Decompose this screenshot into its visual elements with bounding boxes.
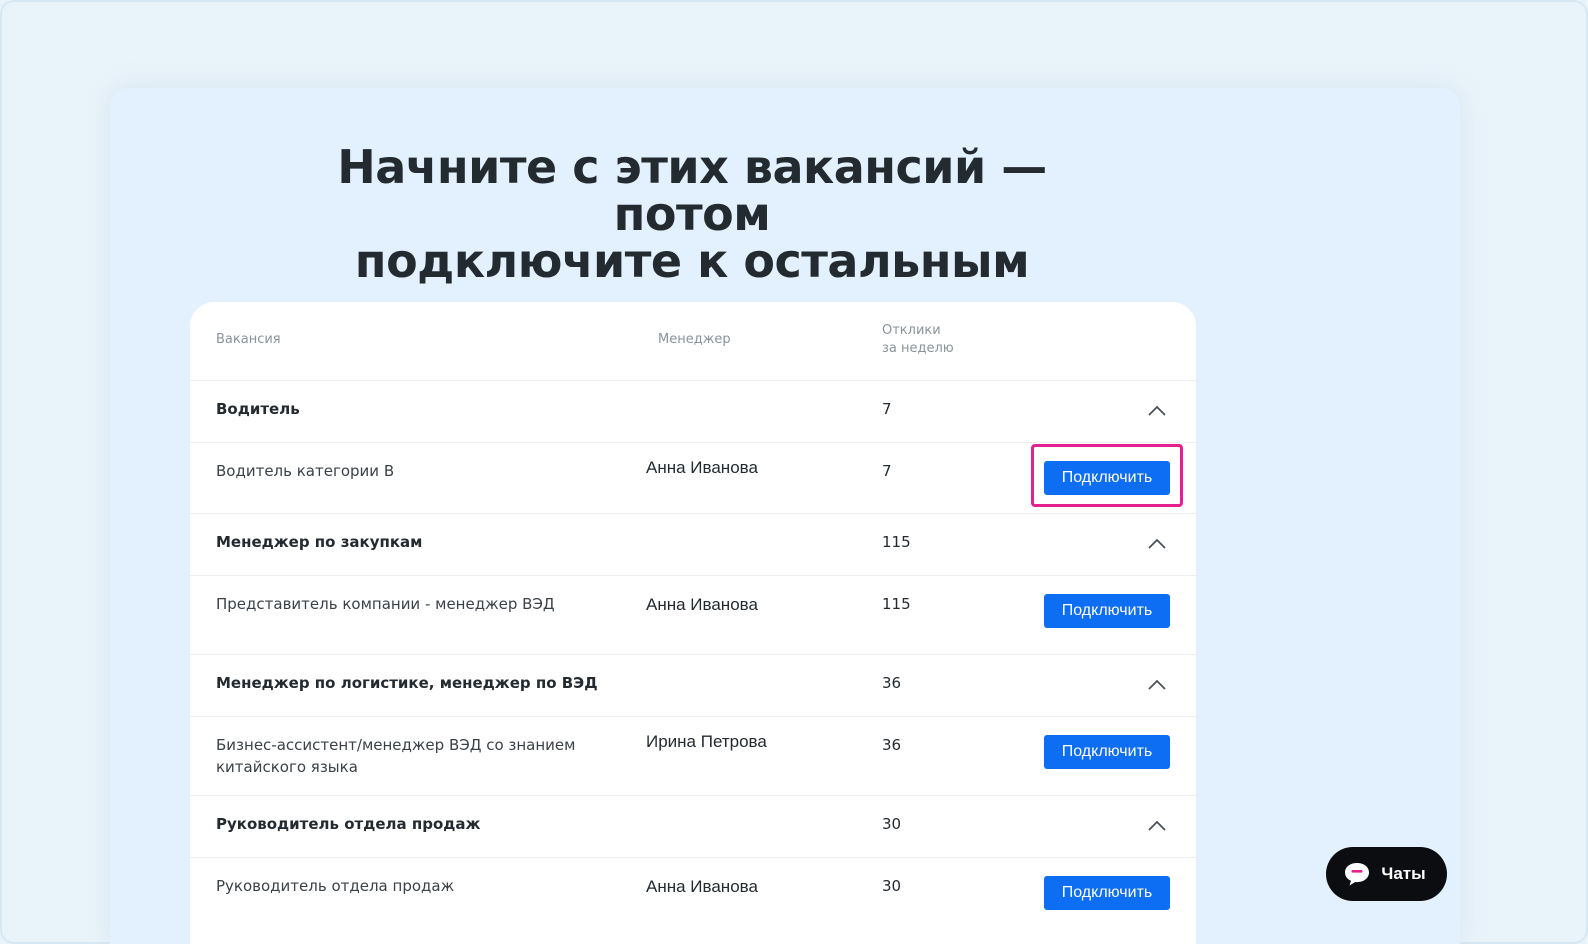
group-responses-count: 30 [882,815,902,833]
group-row[interactable]: Менеджер по закупкам 115 [190,514,1196,576]
column-header-responses-line-1: Отклики [882,323,941,338]
table-header-row: Вакансия Менеджер Отклики за неделю [190,302,1196,381]
chat-bubble-icon [1345,863,1370,886]
column-header-manager: Менеджер [658,332,731,347]
vacancy-manager: Анна Иванова [646,877,758,896]
group-name: Руководитель отдела продаж [216,815,481,833]
chevron-up-icon[interactable] [1147,538,1167,550]
vacancy-responses-count: 115 [882,595,911,613]
vacancy-name: Бизнес-ассистент/менеджер ВЭД со знанием… [216,734,575,778]
chats-label: Чаты [1381,864,1426,883]
vacancy-manager: Ирина Петрова [646,732,767,751]
connect-button[interactable]: Подключить [1044,594,1170,628]
group-row[interactable]: Руководитель отдела продаж 30 [190,796,1196,858]
group-row[interactable]: Менеджер по логистике, менеджер по ВЭД 3… [190,655,1196,717]
vacancy-name: Руководитель отдела продаж [216,875,454,897]
column-header-responses: Отклики за неделю [882,322,954,358]
vacancy-row: Представитель компании - менеджер ВЭД Ан… [190,576,1196,655]
vacancy-name: Водитель категории B [216,460,394,482]
vacancy-manager: Анна Иванова [646,595,758,614]
chats-button[interactable]: Чаты [1326,847,1447,901]
group-name: Менеджер по логистике, менеджер по ВЭД [216,674,598,692]
vacancy-name-line-1: Бизнес-ассистент/менеджер ВЭД со знанием [216,736,576,754]
vacancy-manager: Анна Иванова [646,458,758,477]
vacancy-responses-count: 7 [882,462,892,480]
vacancy-responses-count: 30 [882,877,902,895]
vacancy-name-line-2: китайского языка [216,758,358,776]
group-name: Менеджер по закупкам [216,533,423,551]
promo-card: Начните с этих вакансий — потом подключи… [110,88,1460,944]
column-header-responses-line-2: за неделю [882,341,954,356]
connect-button[interactable]: Подключить [1044,735,1170,769]
vacancy-name-line-1: Руководитель отдела продаж [216,877,455,895]
group-responses-count: 115 [882,533,911,551]
page-title-line-2: подключите к остальным [354,234,1030,288]
highlight-frame [1031,444,1183,507]
chevron-up-icon[interactable] [1147,679,1167,691]
column-header-vacancy: Вакансия [216,332,281,347]
page-title-line-1: Начните с этих вакансий — потом [337,140,1047,241]
vacancy-row: Бизнес-ассистент/менеджер ВЭД со знанием… [190,717,1196,796]
chevron-up-icon[interactable] [1147,405,1167,417]
vacancy-name-line-1: Представитель компании - менеджер ВЭД [216,595,555,613]
chevron-up-icon[interactable] [1147,820,1167,832]
vacancy-row: Руководитель отдела продаж Анна Иванова … [190,858,1196,944]
page-title: Начните с этих вакансий — потом подключи… [260,144,1124,285]
group-row[interactable]: Водитель 7 [190,381,1196,443]
vacancy-name-line-1: Водитель категории B [216,462,395,480]
group-responses-count: 7 [882,400,892,418]
vacancy-responses-count: 36 [882,736,902,754]
group-responses-count: 36 [882,674,902,692]
vacancy-name: Представитель компании - менеджер ВЭД [216,593,555,615]
connect-button[interactable]: Подключить [1044,876,1170,910]
group-name: Водитель [216,400,300,418]
vacancies-table: Вакансия Менеджер Отклики за неделю Води… [190,302,1196,944]
